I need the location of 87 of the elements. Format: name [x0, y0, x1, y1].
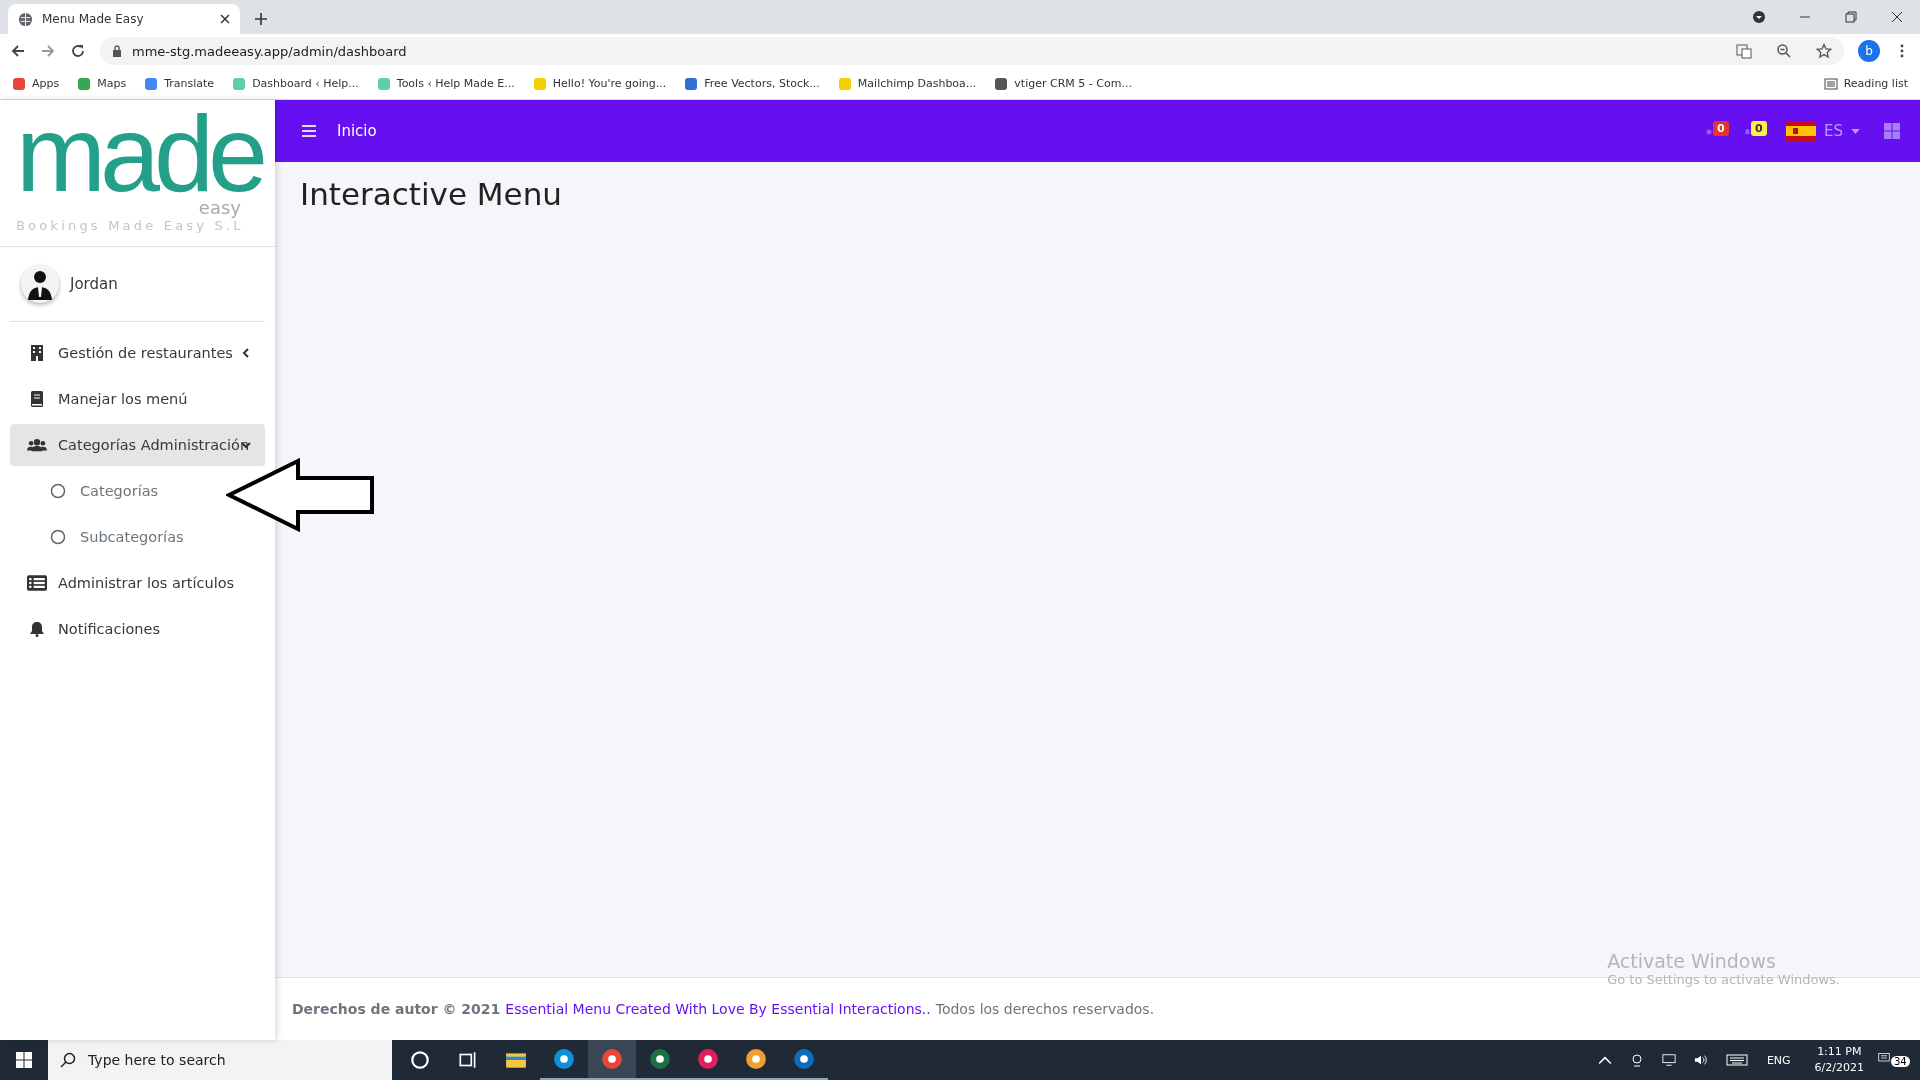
bookmark-link[interactable]: Free Vectors, Stock...	[684, 76, 820, 91]
site-icon	[232, 76, 247, 91]
taskbar-app[interactable]	[588, 1040, 636, 1080]
site-icon	[837, 76, 852, 91]
zoom-icon[interactable]	[1776, 43, 1792, 59]
rights-text: Todos los derechos reservados.	[935, 1001, 1155, 1017]
logo-tagline: Bookings Made Easy S.L	[16, 218, 244, 233]
close-icon[interactable]	[220, 14, 230, 24]
app-icon	[601, 1048, 623, 1070]
site-icon	[12, 76, 26, 91]
site-icon	[684, 76, 699, 91]
activation-title: Activate Windows	[1607, 950, 1777, 972]
reading-list-button[interactable]: Reading list	[1823, 76, 1908, 91]
site-icon	[994, 76, 1009, 91]
nav-item[interactable]: Notificaciones	[10, 608, 265, 650]
action-center-button[interactable]: 34	[1878, 1048, 1908, 1072]
bookmark-link[interactable]: Maps	[77, 76, 127, 91]
star-icon[interactable]	[1816, 43, 1832, 59]
site-icon	[532, 76, 547, 91]
nav-subitem[interactable]: Subcategorías	[10, 516, 196, 558]
activation-text: Go to Settings to activate Windows.	[1607, 972, 1840, 987]
site-icon	[144, 76, 159, 91]
building-icon	[30, 345, 44, 361]
keyboard-icon[interactable]	[1725, 1053, 1748, 1067]
plus-icon[interactable]	[254, 12, 268, 26]
logo-subtext: easy	[198, 200, 241, 216]
nav-item[interactable]: Administrar los artículos	[10, 562, 265, 604]
site-icon	[376, 76, 391, 91]
volume-icon[interactable]	[1693, 1053, 1708, 1067]
app-icon	[793, 1048, 815, 1070]
bookmark-link[interactable]: Tools ‹ Help Made E...	[376, 76, 515, 91]
flag-icon	[1786, 121, 1816, 141]
clock[interactable]: 1:11 PM 6/2/2021	[1814, 1044, 1864, 1076]
footer-link[interactable]: Essential Menu Created With Love By Essential Interactions..	[505, 1001, 931, 1017]
close-icon[interactable]	[1890, 10, 1904, 24]
copyright-text: Derechos de autor © 2021	[292, 1001, 501, 1017]
list-icon	[27, 575, 47, 591]
profile-button[interactable]: b	[1858, 40, 1880, 62]
browser-tab[interactable]: Menu Made Easy	[8, 4, 240, 34]
users-icon	[27, 437, 47, 453]
url-text: mme-stg.madeeasy.app/admin/dashboard	[132, 43, 407, 59]
bookmark-link[interactable]: Dashboard ‹ Help...	[232, 76, 359, 91]
bookmark-link[interactable]: Apps	[12, 76, 60, 91]
circle-icon	[50, 483, 66, 499]
tab-search-icon[interactable]	[1752, 10, 1766, 24]
notification-icon	[1878, 1051, 1890, 1065]
site-icon	[77, 76, 92, 91]
caret-icon	[1851, 128, 1860, 134]
nav-item[interactable]: Gestión de restaurantes	[10, 332, 265, 374]
count-badge: 0	[1751, 121, 1767, 136]
app-icon	[697, 1048, 719, 1070]
reload-icon[interactable]	[70, 43, 86, 59]
user-name: Jordan	[70, 275, 118, 293]
search-icon	[60, 1052, 76, 1068]
count-badge: 0	[1713, 121, 1729, 136]
menu-icon[interactable]	[301, 124, 317, 138]
input-language[interactable]: ENG	[1766, 1053, 1791, 1067]
search-field[interactable]: Type here to search	[48, 1040, 392, 1080]
nav-subitem[interactable]: Categorías	[10, 470, 171, 512]
app-icon	[649, 1048, 671, 1070]
globe-icon	[18, 11, 33, 27]
nav-item[interactable]: Manejar los menú	[10, 378, 265, 420]
list-icon	[1823, 76, 1838, 91]
circle-icon	[50, 529, 66, 545]
nav-item[interactable]: Categorías Administración	[10, 424, 265, 466]
bookmark-link[interactable]: Hello! You're going...	[532, 76, 667, 91]
windows-icon[interactable]	[16, 1052, 32, 1068]
tab-title: Menu Made Easy	[42, 12, 145, 26]
avatar-icon	[20, 264, 60, 304]
webcam-icon[interactable]	[1629, 1053, 1644, 1067]
app-icon	[745, 1048, 767, 1070]
book-icon	[30, 391, 44, 407]
chevron-left-icon	[241, 348, 251, 358]
bookmark-link[interactable]: Translate	[144, 76, 215, 91]
bookmark-link[interactable]: vtiger CRM 5 - Com...	[994, 76, 1132, 91]
lock-icon	[112, 45, 122, 57]
app-icon	[553, 1048, 575, 1070]
back-icon[interactable]	[10, 43, 26, 59]
topbar-link[interactable]: Inicio	[337, 122, 377, 140]
address-bar[interactable]: mme-stg.madeeasy.app/admin/dashboard	[100, 37, 1844, 65]
page-title: Interactive Menu	[300, 176, 563, 212]
bookmark-link[interactable]: Mailchimp Dashboa...	[837, 76, 977, 91]
forward-icon[interactable]	[40, 43, 56, 59]
circle-icon	[409, 1049, 431, 1071]
restore-icon[interactable]	[1844, 10, 1858, 24]
logo-text: made	[16, 108, 263, 200]
network-icon[interactable]	[1661, 1053, 1676, 1067]
